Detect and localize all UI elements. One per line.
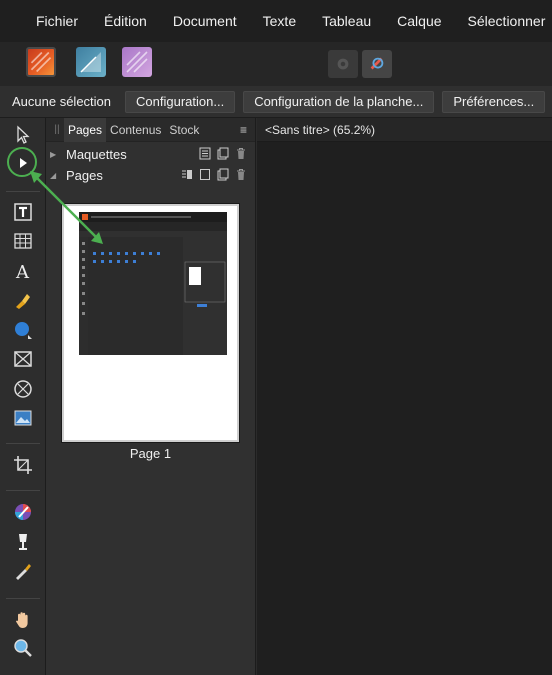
menu-selectionner[interactable]: Sélectionner bbox=[468, 13, 546, 29]
add-page-icon[interactable] bbox=[199, 168, 211, 181]
flower-icon[interactable] bbox=[328, 50, 358, 78]
panel-grip-icon[interactable]: || bbox=[50, 124, 64, 135]
pen-tool-icon[interactable] bbox=[11, 288, 35, 312]
pages-label: Pages bbox=[66, 168, 103, 183]
page-label: Page 1 bbox=[129, 446, 172, 461]
menu-texte[interactable]: Texte bbox=[263, 13, 296, 29]
delete-master-icon[interactable] bbox=[235, 147, 247, 160]
ellipse-frame-tool-icon[interactable] bbox=[11, 377, 35, 401]
designer-persona-icon[interactable] bbox=[76, 47, 106, 77]
masters-row[interactable]: ▶ Maquettes bbox=[46, 144, 255, 165]
panel-menu-icon[interactable]: ≡ bbox=[240, 123, 247, 137]
menu-document[interactable]: Document bbox=[173, 13, 237, 29]
page-spread-icon[interactable] bbox=[181, 168, 193, 181]
svg-text:A: A bbox=[15, 262, 30, 281]
transparency-tool-icon[interactable] bbox=[11, 530, 35, 554]
expand-arrow-icon[interactable]: ▶ bbox=[50, 150, 60, 159]
place-image-tool-icon[interactable] bbox=[11, 406, 35, 430]
configuration-button[interactable]: Configuration... bbox=[125, 90, 236, 113]
text-frame-tool-icon[interactable] bbox=[11, 200, 35, 224]
document-title: <Sans titre> (65.2%) bbox=[265, 122, 376, 137]
tab-pages[interactable]: Pages bbox=[64, 117, 107, 142]
color-picker-tool-icon[interactable] bbox=[11, 559, 35, 583]
menu-tableau[interactable]: Tableau bbox=[322, 13, 371, 29]
photo-persona-icon[interactable] bbox=[122, 47, 152, 77]
add-master-icon[interactable] bbox=[217, 147, 229, 160]
masters-label: Maquettes bbox=[66, 147, 127, 162]
spread-setup-button[interactable]: Configuration de la planche... bbox=[243, 90, 435, 113]
zoom-tool-icon[interactable] bbox=[11, 636, 35, 660]
pages-panel: || Pages Contenus Stock ≡ ▶ Maquettes ◢ … bbox=[46, 117, 256, 675]
tools-panel: A bbox=[0, 118, 46, 675]
master-options-icon[interactable] bbox=[199, 147, 211, 160]
crop-tool-icon[interactable] bbox=[11, 453, 35, 477]
collapse-arrow-icon[interactable]: ◢ bbox=[50, 171, 60, 180]
delete-page-icon[interactable] bbox=[235, 168, 247, 181]
thumbnail-screenshot bbox=[79, 212, 227, 355]
canvas-area[interactable] bbox=[257, 142, 552, 675]
table-tool-icon[interactable] bbox=[11, 229, 35, 253]
highlight-circle bbox=[7, 147, 37, 177]
menu-fichier[interactable]: Fichier bbox=[36, 13, 78, 29]
preferences-button[interactable]: Préférences... bbox=[442, 90, 546, 113]
artistic-text-tool-icon[interactable]: A bbox=[11, 259, 35, 283]
fill-tool-icon[interactable] bbox=[11, 500, 35, 524]
menu-edition[interactable]: Édition bbox=[104, 13, 147, 29]
publisher-persona-icon[interactable] bbox=[26, 47, 56, 77]
duplicate-page-icon[interactable] bbox=[217, 168, 229, 181]
menu-calque[interactable]: Calque bbox=[397, 13, 441, 29]
context-toolbar: Aucune sélection Configuration... Config… bbox=[0, 86, 552, 118]
panel-tabs: || Pages Contenus Stock ≡ bbox=[46, 117, 255, 142]
pages-row[interactable]: ◢ Pages bbox=[46, 165, 255, 186]
persona-bar bbox=[0, 42, 552, 86]
document-tab[interactable]: <Sans titre> (65.2%) bbox=[257, 118, 552, 142]
page-thumbnail[interactable] bbox=[62, 204, 239, 442]
export-persona-icon[interactable] bbox=[362, 50, 392, 78]
rectangle-frame-tool-icon[interactable] bbox=[11, 347, 35, 371]
hand-tool-icon[interactable] bbox=[11, 608, 35, 632]
selection-status: Aucune sélection bbox=[12, 94, 112, 109]
ellipse-tool-icon[interactable] bbox=[11, 318, 35, 342]
move-tool-icon[interactable] bbox=[11, 123, 35, 147]
menu-bar: Fichier Édition Document Texte Tableau C… bbox=[0, 0, 552, 42]
tab-stock[interactable]: Stock bbox=[165, 118, 203, 142]
tab-contenus[interactable]: Contenus bbox=[106, 118, 165, 142]
